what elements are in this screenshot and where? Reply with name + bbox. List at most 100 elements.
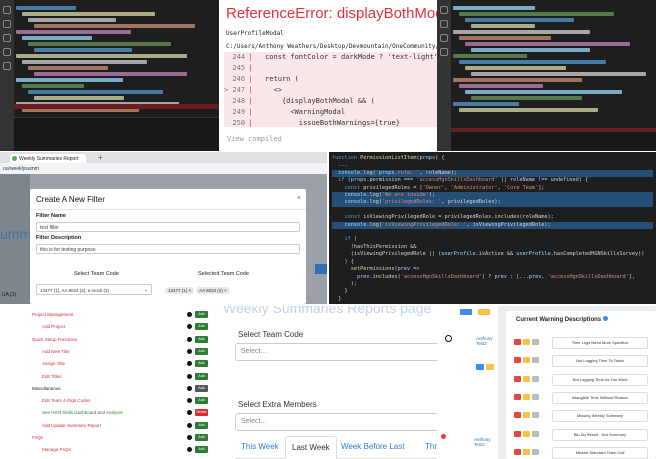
info-icon[interactable] bbox=[187, 348, 192, 354]
add-permission-button[interactable]: Add bbox=[195, 446, 208, 454]
view-compiled-link[interactable]: View compiled bbox=[227, 135, 282, 143]
delete-permission-button[interactable]: Delete bbox=[195, 409, 208, 417]
info-icon[interactable] bbox=[187, 336, 192, 342]
close-icon[interactable]: × bbox=[297, 195, 301, 202]
toggle-warning-icon[interactable] bbox=[523, 357, 530, 364]
activity-bar-2[interactable] bbox=[437, 0, 451, 151]
team-code-select[interactable]: Select... bbox=[235, 343, 437, 361]
add-permission-button[interactable]: Add bbox=[195, 323, 208, 331]
address-bar[interactable]: ou/weeklysumm bbox=[0, 163, 327, 174]
activity-bar[interactable] bbox=[0, 0, 14, 151]
warning-title-text: Current Warning Descriptions bbox=[516, 317, 602, 323]
delete-warning-icon[interactable] bbox=[514, 357, 521, 364]
warning-description[interactable]: Missing Weekly Summary bbox=[552, 410, 648, 423]
toggle-warning-icon[interactable] bbox=[523, 412, 530, 419]
team-code-select[interactable]: 13477 (1), AA 8024 (2), a mock (2) ⌄ bbox=[36, 284, 152, 295]
git-icon[interactable] bbox=[440, 34, 448, 42]
debug-icon[interactable] bbox=[3, 48, 11, 56]
add-permission-button[interactable]: Add bbox=[195, 335, 208, 343]
debug-icon[interactable] bbox=[440, 48, 448, 56]
add-permission-button[interactable]: Add bbox=[195, 372, 208, 380]
week-tab[interactable]: Three bbox=[419, 436, 437, 459]
badge-blue bbox=[460, 309, 472, 315]
move-warning-icon[interactable] bbox=[532, 448, 539, 455]
info-icon[interactable] bbox=[187, 410, 192, 416]
team-code-chip[interactable]: 13477 (1) × bbox=[165, 287, 195, 294]
toggle-warning-icon[interactable] bbox=[523, 448, 530, 455]
toggle-warning-icon[interactable] bbox=[523, 339, 530, 345]
info-icon[interactable] bbox=[187, 385, 192, 391]
delete-warning-icon[interactable] bbox=[514, 430, 521, 437]
delete-warning-icon[interactable] bbox=[514, 339, 521, 345]
code-area-2[interactable] bbox=[453, 4, 652, 114]
add-permission-button[interactable]: Add bbox=[195, 434, 208, 441]
move-warning-icon[interactable] bbox=[532, 412, 539, 419]
toggle-warning-icon[interactable] bbox=[523, 375, 530, 382]
filter-description-input[interactable]: this is for testing purpose bbox=[36, 244, 300, 254]
warning-description[interactable]: Blu Sq Result - Not Summary bbox=[552, 428, 648, 441]
add-permission-button[interactable]: Add bbox=[195, 360, 208, 368]
code-line bbox=[28, 42, 172, 46]
warning-row: Missing Weekly Summary bbox=[512, 408, 652, 424]
files-icon[interactable] bbox=[3, 6, 11, 14]
search-icon[interactable] bbox=[3, 20, 11, 28]
warning-description[interactable]: Intangible Time Without Reason bbox=[552, 391, 648, 404]
info-icon[interactable] bbox=[187, 312, 192, 317]
line-number: 250 bbox=[224, 119, 246, 127]
terminal-panel[interactable] bbox=[14, 117, 219, 151]
user-name-2[interactable]: Anthony Test2 bbox=[474, 437, 498, 447]
add-permission-button[interactable]: Add bbox=[195, 421, 208, 429]
add-permission-button[interactable]: Add bbox=[195, 311, 208, 318]
filter-description-label: Filter Description bbox=[36, 235, 82, 241]
new-tab-icon[interactable]: + bbox=[98, 153, 103, 162]
warning-description[interactable]: Not Logging Time As You Work bbox=[552, 373, 648, 386]
team-code-chip[interactable]: AA 8024 (2) × bbox=[196, 287, 230, 294]
week-tab[interactable]: This Week bbox=[235, 436, 285, 459]
move-warning-icon[interactable] bbox=[532, 393, 539, 400]
error-code-frame: 244 | const fontColor = darkMode ? 'text… bbox=[224, 52, 437, 127]
move-warning-icon[interactable] bbox=[532, 375, 539, 382]
extra-members-select[interactable]: Select... bbox=[235, 413, 437, 431]
extensions-icon[interactable] bbox=[3, 62, 11, 70]
delete-warning-icon[interactable] bbox=[514, 412, 521, 419]
permission-row: See HGN Skills Dashboard and Analysis Del… bbox=[0, 408, 219, 418]
info-icon[interactable] bbox=[603, 316, 609, 321]
info-icon[interactable] bbox=[187, 324, 192, 330]
toggle-warning-icon[interactable] bbox=[523, 393, 530, 400]
code-area[interactable] bbox=[16, 4, 215, 114]
week-tab[interactable]: Last Week bbox=[285, 436, 337, 459]
user-name-1[interactable]: Anthony Test2 bbox=[476, 336, 498, 346]
files-icon[interactable] bbox=[440, 6, 448, 14]
error-title: ReferenceError: displayBothModal bbox=[226, 5, 437, 22]
browser-tab[interactable]: Weekly Summaries Report bbox=[10, 154, 86, 163]
add-permission-button[interactable]: Add bbox=[195, 384, 208, 392]
info-icon[interactable] bbox=[187, 435, 192, 440]
delete-warning-icon[interactable] bbox=[514, 448, 521, 455]
delete-warning-icon[interactable] bbox=[514, 393, 521, 400]
move-warning-icon[interactable] bbox=[532, 357, 539, 364]
git-icon[interactable] bbox=[3, 34, 11, 42]
info-icon[interactable] bbox=[187, 447, 192, 453]
toggle-warning-icon[interactable] bbox=[523, 430, 530, 437]
info-icon[interactable] bbox=[187, 373, 192, 379]
move-warning-icon[interactable] bbox=[532, 339, 539, 345]
add-permission-button[interactable]: Add bbox=[195, 397, 208, 405]
filter-name-input[interactable]: test filter bbox=[36, 222, 300, 232]
search-icon[interactable] bbox=[440, 20, 448, 28]
delete-warning-icon[interactable] bbox=[514, 375, 521, 382]
week-tab[interactable]: Week Before Last bbox=[335, 436, 410, 459]
add-permission-button[interactable]: Add bbox=[195, 347, 208, 355]
warning-description[interactable]: Time Logs Need More Specifics bbox=[552, 337, 648, 349]
code-editor[interactable]: function PermissionListItem(props) { ...… bbox=[329, 152, 656, 304]
page-behind-modal: umm UA (3) bbox=[0, 174, 31, 304]
warning-description[interactable]: Missed Standard Team Call bbox=[552, 446, 648, 459]
code-line bbox=[465, 66, 567, 70]
warning-description[interactable]: Not Logging Time To Tasks bbox=[552, 355, 648, 368]
terminal-panel-2[interactable] bbox=[451, 131, 656, 151]
info-icon[interactable] bbox=[187, 422, 192, 428]
info-icon[interactable] bbox=[187, 398, 192, 404]
line-number: > 247 bbox=[224, 86, 246, 94]
info-icon[interactable] bbox=[187, 361, 192, 367]
move-warning-icon[interactable] bbox=[532, 430, 539, 437]
error-code-line: 249 | <WarningModal bbox=[224, 107, 437, 118]
